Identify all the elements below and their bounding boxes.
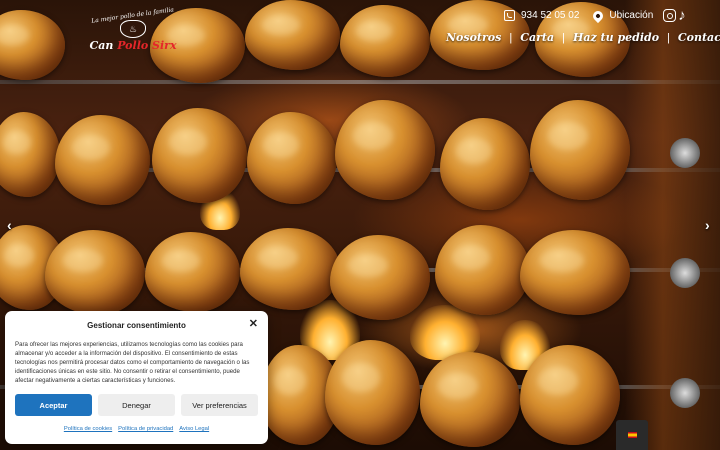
close-icon[interactable]: ✕ <box>249 319 258 330</box>
view-preferences-button[interactable]: Ver preferencias <box>181 394 258 416</box>
privacy-policy-link[interactable]: Política de privacidad <box>118 426 173 432</box>
nav-nosotros[interactable]: Nosotros <box>446 31 501 44</box>
spain-flag-icon <box>627 432 637 438</box>
slider-prev-icon[interactable]: ‹ <box>7 217 12 233</box>
nav-carta[interactable]: Carta <box>520 31 554 44</box>
consent-body: Para ofrecer las mejores experiencias, u… <box>15 341 250 384</box>
consent-actions: Aceptar Denegar Ver preferencias <box>15 394 258 416</box>
phone-number[interactable]: 934 52 05 02 <box>521 10 579 21</box>
location-link[interactable]: Ubicación <box>609 10 653 21</box>
contact-bar: 934 52 05 02 Ubicación <box>504 8 677 23</box>
logo-brand-prefix: Can <box>89 39 118 52</box>
nav-separator: | <box>509 31 513 44</box>
deny-button[interactable]: Denegar <box>98 394 175 416</box>
consent-links: Política de cookies Política de privacid… <box>15 426 258 432</box>
cookie-consent-dialog: Gestionar consentimiento ✕ Para ofrecer … <box>5 311 268 444</box>
cookie-policy-link[interactable]: Política de cookies <box>64 426 112 432</box>
chicken-logo-icon: ♨ <box>120 20 146 38</box>
site-logo[interactable]: La mejor pollo de la familia ♨ Can Pollo… <box>89 6 176 58</box>
logo-brand-accent: Pollo Sirx <box>117 39 177 52</box>
logo-brand: Can Pollo Sirx <box>89 39 176 52</box>
accept-button[interactable]: Aceptar <box>15 394 92 416</box>
nav-separator: | <box>562 31 565 44</box>
nav-contacto[interactable]: Contacto <box>678 31 720 44</box>
main-nav: Nosotros | Carta | Haz tu pedido | Conta… <box>446 31 720 44</box>
pin-icon <box>591 8 606 23</box>
slider-next-icon[interactable]: › <box>705 217 710 233</box>
tiktok-icon[interactable]: ♪ <box>675 8 689 24</box>
nav-haz-tu-pedido[interactable]: Haz tu pedido <box>573 31 659 44</box>
consent-title: Gestionar consentimiento <box>87 321 186 330</box>
legal-notice-link[interactable]: Aviso Legal <box>179 426 209 432</box>
language-switcher[interactable] <box>616 420 648 450</box>
nav-separator: | <box>667 31 670 44</box>
phone-icon <box>504 10 515 21</box>
